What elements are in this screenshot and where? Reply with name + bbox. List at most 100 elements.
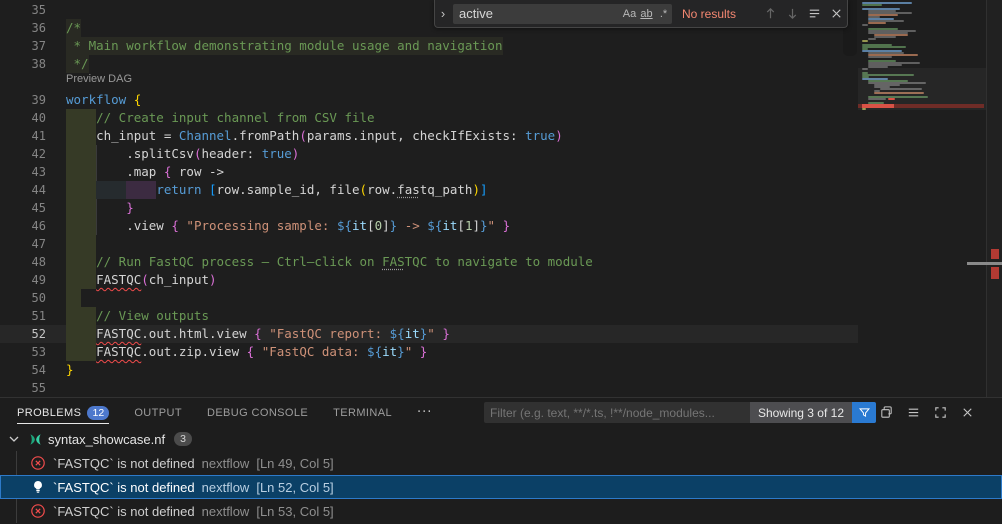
line-number[interactable]: 46 [0,217,46,235]
line-number[interactable]: 35 [0,1,46,19]
line-number[interactable]: 51 [0,307,46,325]
problems-filter-box[interactable]: Showing 3 of 12 [484,402,876,423]
code-token: } [442,326,450,341]
problem-message: `FASTQC` is not defined [53,480,195,495]
tab-output[interactable]: OUTPUT [134,399,182,427]
code-line-39[interactable]: 39workflow { [0,91,1002,109]
code-line-42[interactable]: 42 .splitCsv(header: true) [0,145,1002,163]
code-token: it [405,326,420,341]
code-token: FAS [382,254,405,269]
close-find-icon[interactable] [825,3,847,25]
problem-row[interactable]: `FASTQC` is not definednextflow[Ln 53, C… [0,499,1002,523]
line-number[interactable]: 52 [0,325,46,343]
code-token: [ [457,218,465,233]
find-input[interactable] [453,6,621,21]
find-in-selection-icon[interactable] [803,3,825,25]
next-match-icon[interactable] [781,3,803,25]
tab-debug-console[interactable]: DEBUG CONSOLE [207,399,308,427]
line-number[interactable]: 41 [0,127,46,145]
code-token: * Main workflow demonstrating module usa… [66,38,503,53]
line-number[interactable]: 53 [0,343,46,361]
overview-ruler[interactable] [986,0,1002,397]
panel-more-actions-icon[interactable]: ··· [417,405,432,420]
code-line-43[interactable]: 43 .map { row -> [0,163,1002,181]
code-line-49[interactable]: 49 FASTQC(ch_input) [0,271,1002,289]
code-token: { [134,92,142,107]
code-token: .splitCsv [66,146,194,161]
code-line-45[interactable]: 45 } [0,199,1002,217]
code-line-53[interactable]: 53 FASTQC.out.zip.view { "FastQC data: $… [0,343,1002,361]
code-token: FASTQC [96,326,141,341]
code-token: ) [472,182,480,197]
code-token: .fromPath [232,128,300,143]
tab-problems[interactable]: PROBLEMS 12 [17,399,109,427]
line-number[interactable]: 39 [0,91,46,109]
line-number[interactable]: 47 [0,235,46,253]
code-editor[interactable]: 3536 /* 37 * Main workflow demonstrating m… [0,0,1002,397]
find-widget: › Aa ab .* No results [434,0,848,28]
line-number[interactable]: 48 [0,253,46,271]
code-line-48[interactable]: 48 // Run FastQC process – Ctrl–click on… [0,253,1002,271]
view-as-list-icon[interactable] [904,404,922,422]
minimap[interactable] [858,0,986,397]
code-line-54[interactable]: 54} [0,361,1002,379]
code-line-46[interactable]: 46 .view { "Processing sample: ${it[0]} … [0,217,1002,235]
problems-filter-input[interactable] [484,406,750,420]
line-number[interactable]: 38 [0,55,46,73]
code-line-51[interactable]: 51 // View outputs [0,307,1002,325]
code-line-38[interactable]: 38 */ [0,55,1002,73]
line-number[interactable]: 37 [0,37,46,55]
find-input-box[interactable]: Aa ab .* [453,4,672,24]
line-number[interactable]: 55 [0,379,46,397]
code-line-47[interactable]: 47 [0,235,1002,253]
problems-file-row[interactable]: syntax_showcase.nf 3 [0,427,1002,451]
close-panel-icon[interactable] [958,404,976,422]
code-line-44[interactable]: 44 return [row.sample_id, file(row.fastq… [0,181,1002,199]
code-token: } [397,344,405,359]
tab-terminal[interactable]: TERMINAL [333,399,392,427]
regex-icon[interactable]: .* [655,8,672,20]
code-token: params.input, checkIfExists: [307,128,525,143]
code-token: ${ [427,218,442,233]
previous-match-icon[interactable] [759,3,781,25]
maximize-panel-icon[interactable] [931,404,949,422]
problem-message: `FASTQC` is not defined [53,456,195,471]
line-number[interactable]: 42 [0,145,46,163]
line-number[interactable]: 36 [0,19,46,37]
minimap-line [868,38,876,40]
line-number[interactable]: 45 [0,199,46,217]
code-line-50[interactable]: 50 [0,289,1002,307]
tab-output-label: OUTPUT [134,407,182,419]
line-number[interactable]: 44 [0,181,46,199]
line-number[interactable]: 50 [0,289,46,307]
match-case-icon[interactable]: Aa [621,8,638,20]
toggle-replace-chevron-icon[interactable]: › [435,6,451,21]
code-token: ] [480,182,488,197]
problem-location: [Ln 49, Col 5] [256,456,333,471]
line-number[interactable]: 40 [0,109,46,127]
problem-source: nextflow [202,456,250,471]
code-token: ch_input = [66,128,179,143]
problem-row[interactable]: `FASTQC` is not defined nextflow [Ln 49, C… [0,451,1002,475]
whole-word-icon[interactable]: ab [638,8,655,20]
code-line-55[interactable]: 55 [0,379,1002,397]
ruler-current-line-mark [967,262,1002,265]
code-text: /* [66,19,81,37]
line-number[interactable]: 49 [0,271,46,289]
code-text: FASTQC.out.zip.view { "FastQC data: ${it… [66,343,427,361]
codelens-preview-dag[interactable]: Preview DAG [66,73,132,91]
line-number[interactable]: 43 [0,163,46,181]
code-line-52[interactable]: 52 FASTQC.out.html.view { "FastQC report… [0,325,1002,343]
code-token: } [126,200,134,215]
line-number[interactable]: 54 [0,361,46,379]
minimap-slider[interactable] [858,68,986,110]
code-token: " [427,326,435,341]
code-token: // Run FastQC process – Ctrl–click on [66,254,382,269]
problem-row[interactable]: `FASTQC` is not definednextflow[Ln 52, C… [0,475,1002,499]
copy-icon[interactable] [877,404,895,422]
tab-debug-console-label: DEBUG CONSOLE [207,407,308,419]
code-line-41[interactable]: 41 ch_input = Channel.fromPath(params.in… [0,127,1002,145]
code-line-40[interactable]: 40 // Create input channel from CSV file [0,109,1002,127]
code-token: { [171,218,179,233]
filter-funnel-icon[interactable] [852,402,876,423]
